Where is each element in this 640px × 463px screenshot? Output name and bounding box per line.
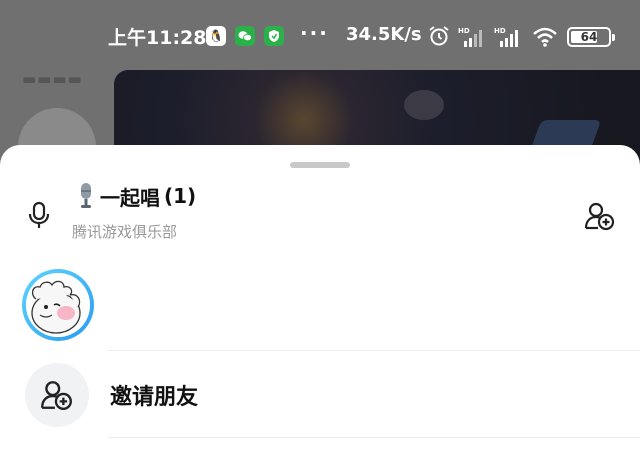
add-user-icon[interactable] bbox=[584, 201, 616, 231]
shield-icon bbox=[264, 26, 284, 46]
background-title-blurred: ▬▬▬▬ bbox=[22, 70, 83, 88]
alarm-icon bbox=[429, 26, 449, 46]
microphone-icon[interactable] bbox=[24, 200, 54, 230]
studio-microphone-icon bbox=[81, 183, 91, 208]
room-member-count: (1) bbox=[164, 184, 197, 208]
voice-room-sheet: 一起唱 (1) 腾讯游戏俱乐部 邀请朋友 bbox=[0, 145, 640, 463]
status-bar: 上午11:28 🐧 ··· 34.5K/s HD HD 64 bbox=[0, 18, 640, 54]
member-avatar[interactable] bbox=[22, 269, 94, 341]
signal-hd-icon: HD bbox=[494, 27, 518, 47]
invite-friends-label: 邀请朋友 bbox=[110, 385, 199, 410]
invite-friends-button[interactable]: 邀请朋友 bbox=[0, 359, 640, 435]
divider bbox=[108, 437, 640, 438]
svg-text:HD: HD bbox=[458, 27, 470, 35]
status-time: 上午11:28 bbox=[108, 27, 207, 49]
more-notifications-icon: ··· bbox=[300, 21, 329, 45]
add-user-icon bbox=[40, 381, 72, 410]
room-title-row: 一起唱 (1) bbox=[76, 181, 196, 211]
battery-level: 64 bbox=[580, 30, 598, 44]
wechat-icon bbox=[235, 26, 255, 46]
cartoon-dog-avatar-icon bbox=[26, 273, 90, 337]
signal-hd-icon: HD bbox=[458, 27, 482, 47]
network-speed: 34.5K/s bbox=[346, 24, 422, 45]
svg-text:HD: HD bbox=[494, 27, 506, 35]
room-subtitle: 腾讯游戏俱乐部 bbox=[72, 223, 178, 241]
divider bbox=[108, 350, 640, 351]
battery-icon: 64 bbox=[567, 27, 615, 47]
qq-icon: 🐧 bbox=[206, 26, 226, 46]
room-title: 一起唱 bbox=[100, 185, 160, 210]
wifi-icon bbox=[533, 27, 557, 47]
invite-icon-circle bbox=[25, 363, 89, 427]
sheet-drag-handle[interactable] bbox=[290, 162, 350, 168]
